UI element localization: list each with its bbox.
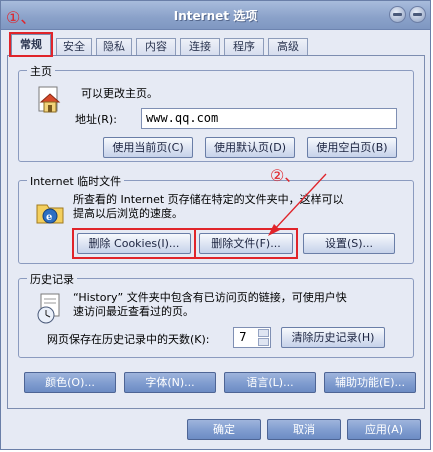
cancel-button[interactable]: 取消 [267, 419, 341, 440]
use-blank-page-button[interactable]: 使用空白页(B) [307, 137, 397, 158]
history-days-value: 7 [239, 330, 247, 344]
apply-button[interactable]: 应用(A) [347, 419, 421, 440]
history-group: 历史记录 “History” 文件夹中包含有已访问页的链接，可使用户快 速访问最… [18, 271, 414, 358]
tab-programs-label: 程序 [233, 40, 255, 53]
address-label: 地址(R): [75, 113, 117, 126]
temp-files-description-line2: 提高以后浏览的速度。 [73, 207, 183, 220]
history-days-stepper[interactable]: 7 [233, 327, 271, 348]
temporary-files-icon: e [33, 195, 67, 229]
annotation-highlight-delete-cookies [72, 228, 196, 259]
fonts-button[interactable]: 字体(N)... [124, 372, 216, 393]
annotation-highlight-tab [9, 32, 53, 57]
ok-button[interactable]: 确定 [187, 419, 261, 440]
tab-programs[interactable]: 程序 [224, 38, 264, 55]
svg-text:e: e [46, 212, 52, 223]
use-default-page-button[interactable]: 使用默认页(D) [205, 137, 295, 158]
annotation-arrow-icon [268, 173, 327, 236]
history-group-label: 历史记录 [27, 271, 77, 287]
minimize-button[interactable] [389, 6, 406, 23]
homepage-address-input[interactable]: www.qq.com [141, 108, 397, 129]
colors-button[interactable]: 颜色(O)... [24, 372, 116, 393]
homepage-description: 可以更改主页。 [81, 87, 158, 100]
history-description-line2: 速访问最近查看过的页。 [73, 305, 194, 318]
history-icon [33, 291, 67, 325]
title-bar[interactable]: Internet 选项 [1, 1, 430, 30]
temporary-files-group: Internet 临时文件 e 所查看的 Internet 页存储在特定的文件夹… [18, 173, 414, 264]
homepage-group: 主页 可以更改主页。 地址(R): www.qq.com 使用当前页(C) 使用… [18, 63, 414, 162]
languages-button[interactable]: 语言(L)... [224, 372, 316, 393]
close-icon [413, 13, 422, 16]
tab-security-label: 安全 [63, 40, 85, 53]
close-button[interactable] [409, 6, 426, 23]
use-current-page-button[interactable]: 使用当前页(C) [103, 137, 193, 158]
window-title: Internet 选项 [173, 9, 258, 23]
minimize-icon [393, 13, 402, 16]
tab-content-label: 内容 [145, 40, 167, 53]
history-days-label: 网页保存在历史记录中的天数(K): [47, 333, 210, 346]
stepper-up-icon[interactable] [258, 329, 269, 337]
annotation-step-1: ①、 [6, 8, 37, 27]
tab-privacy[interactable]: 隐私 [96, 38, 132, 55]
tab-connections-label: 连接 [189, 40, 211, 53]
stepper-down-icon[interactable] [258, 338, 269, 346]
clear-history-button[interactable]: 清除历史记录(H) [281, 327, 385, 348]
general-tab-panel: 主页 可以更改主页。 地址(R): www.qq.com 使用当前页(C) 使用… [7, 55, 425, 409]
tab-connections[interactable]: 连接 [180, 38, 220, 55]
tab-advanced[interactable]: 高级 [268, 38, 308, 55]
homepage-group-label: 主页 [27, 63, 55, 79]
tab-security[interactable]: 安全 [56, 38, 92, 55]
tab-content[interactable]: 内容 [136, 38, 176, 55]
home-icon [33, 83, 67, 117]
tab-privacy-label: 隐私 [103, 40, 125, 53]
internet-options-window: Internet 选项 ①、 常规 安全 隐私 内容 连接 程序 高级 主页 可… [0, 0, 431, 450]
temporary-files-group-label: Internet 临时文件 [27, 173, 125, 189]
tab-advanced-label: 高级 [277, 40, 299, 53]
accessibility-button[interactable]: 辅助功能(E)... [324, 372, 416, 393]
